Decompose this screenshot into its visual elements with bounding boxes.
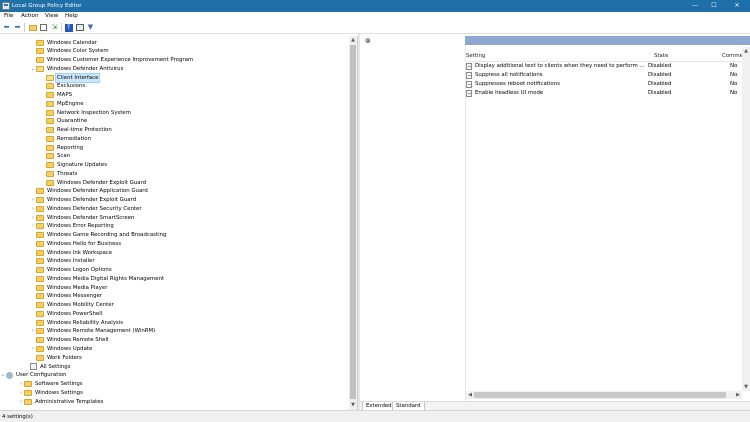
- tree-item[interactable]: Windows Color System: [30, 47, 110, 55]
- policy-view-icon: ⊚: [365, 37, 371, 45]
- tree-item[interactable]: Threats: [40, 170, 78, 178]
- show-hide-tree-icon[interactable]: [39, 23, 48, 32]
- help-icon[interactable]: ?: [64, 23, 73, 32]
- column-header-setting[interactable]: Setting: [466, 52, 485, 60]
- list-horizontal-scrollbar[interactable]: ◀ ▶: [466, 391, 742, 399]
- tree-item[interactable]: Windows Calendar: [30, 39, 98, 47]
- tree-item[interactable]: Real-time Protection: [40, 126, 113, 134]
- status-text: 4 setting(s): [2, 414, 33, 420]
- tree-item[interactable]: Windows Remote Shell: [30, 336, 109, 344]
- tree-item[interactable]: Windows Logon Options: [30, 266, 113, 274]
- column-header-state[interactable]: State: [654, 52, 668, 60]
- scroll-thumb[interactable]: [350, 45, 356, 399]
- menu-view[interactable]: View: [45, 13, 58, 20]
- tree-item[interactable]: Signature Updates: [40, 161, 108, 169]
- tree-item[interactable]: › Administrative Templates: [18, 398, 104, 406]
- table-row[interactable]: Enable headless UI mode Disabled No: [466, 89, 750, 98]
- scroll-up-arrow-icon[interactable]: ▲: [349, 36, 357, 44]
- export-list-icon[interactable]: ⇲: [50, 23, 59, 32]
- user-config-icon: [6, 371, 13, 379]
- menu-bar: File Action View Help: [0, 12, 750, 21]
- tree-item[interactable]: Quarantine: [40, 117, 88, 125]
- toolbar-separator: [61, 23, 62, 32]
- details-pane: ⊚ Setting State Comment Display addition…: [360, 36, 750, 410]
- menu-help[interactable]: Help: [65, 13, 78, 20]
- toolbar: ⬅ ➡ ⇲ ? ▼: [0, 21, 750, 34]
- minimize-button[interactable]: —: [687, 0, 703, 12]
- tree-item[interactable]: Windows Ink Workspace: [30, 249, 113, 257]
- scroll-up-arrow-icon[interactable]: ▲: [742, 47, 750, 55]
- tree-item[interactable]: Windows Installer: [30, 257, 96, 265]
- tree-item[interactable]: Work Folders: [30, 354, 83, 362]
- tree-item-selected[interactable]: Client Interface: [40, 72, 101, 83]
- table-row[interactable]: Suppress all notifications Disabled No: [466, 71, 750, 80]
- maximize-button[interactable]: ☐: [706, 0, 722, 12]
- settings-list-icon: [30, 363, 37, 370]
- tree-item[interactable]: MAPS: [40, 91, 73, 99]
- tree-item[interactable]: Windows Reliability Analysis: [30, 319, 124, 327]
- scroll-down-arrow-icon[interactable]: ▼: [349, 401, 357, 409]
- tree-item[interactable]: Windows Messenger: [30, 292, 103, 300]
- policy-setting-icon: [466, 90, 472, 97]
- tree-item[interactable]: › Windows Update: [30, 345, 93, 353]
- scroll-thumb[interactable]: [474, 392, 726, 398]
- view-tabs: Extended Standard: [360, 401, 750, 411]
- tree-item[interactable]: › Windows Settings: [18, 389, 84, 397]
- table-row[interactable]: Suppresses reboot notifications Disabled…: [466, 80, 750, 89]
- tree-item[interactable]: ⌄ Windows Defender Antivirus: [30, 65, 124, 73]
- table-row[interactable]: Display additional text to clients when …: [466, 62, 750, 71]
- details-header-band: [465, 36, 750, 45]
- menu-file[interactable]: File: [4, 13, 13, 20]
- tree-item[interactable]: › Windows Defender Exploit Guard: [30, 196, 137, 204]
- tree-item[interactable]: Windows PowerShell: [30, 310, 103, 318]
- tree-item[interactable]: Windows Media Digital Rights Management: [30, 275, 165, 283]
- tree-item[interactable]: Windows Defender Application Guard: [30, 187, 149, 195]
- tree-item-user-configuration[interactable]: ⌄ User Configuration: [0, 371, 68, 379]
- menu-action[interactable]: Action: [21, 13, 39, 20]
- tree-item[interactable]: Reporting: [40, 144, 84, 152]
- tree-item[interactable]: Network Inspection System: [40, 109, 132, 117]
- window-title: Local Group Policy Editor: [12, 3, 82, 9]
- scroll-right-arrow-icon[interactable]: ▶: [734, 391, 742, 399]
- tree-item[interactable]: › Windows Error Reporting: [30, 222, 115, 230]
- folder-up-icon[interactable]: [28, 23, 37, 32]
- properties-icon[interactable]: [75, 23, 84, 32]
- filter-icon[interactable]: ▼: [86, 23, 95, 32]
- scroll-left-arrow-icon[interactable]: ◀: [466, 391, 474, 399]
- tree-item[interactable]: Windows Customer Experience Improvement …: [30, 56, 194, 64]
- close-button[interactable]: ✕: [729, 0, 745, 12]
- title-bar: Local Group Policy Editor — ☐ ✕: [0, 0, 750, 12]
- tree-vertical-scrollbar[interactable]: ▲ ▼: [349, 36, 357, 410]
- tree-item[interactable]: › Windows Defender SmartScreen: [30, 214, 135, 222]
- scroll-down-arrow-icon[interactable]: ▼: [742, 383, 750, 391]
- tree-item[interactable]: Windows Mobility Center: [30, 301, 115, 309]
- tree-item-all-settings[interactable]: All Settings: [24, 363, 72, 371]
- policy-setting-icon: [466, 72, 472, 79]
- tree-item[interactable]: Remediation: [40, 135, 92, 143]
- toolbar-separator: [24, 23, 25, 32]
- policy-setting-icon: [466, 63, 472, 70]
- list-vertical-scrollbar[interactable]: ▲ ▼: [742, 47, 750, 391]
- details-header: ⊚: [360, 36, 750, 47]
- app-icon: [2, 2, 10, 10]
- status-bar: 4 setting(s): [0, 410, 750, 422]
- tree-item[interactable]: Exclusions: [40, 82, 86, 90]
- tree-item[interactable]: MpEngine: [40, 100, 85, 108]
- tree-pane[interactable]: Windows Calendar Windows Color System Wi…: [0, 36, 358, 410]
- extended-description-panel: [360, 47, 466, 402]
- tree-item[interactable]: Scan: [40, 152, 71, 160]
- tree-item[interactable]: › Windows Remote Management (WinRM): [30, 327, 156, 335]
- forward-arrow-icon[interactable]: ➡: [13, 23, 22, 32]
- tree-item[interactable]: Windows Hello for Business: [30, 240, 122, 248]
- tree-item[interactable]: Windows Game Recording and Broadcasting: [30, 231, 167, 239]
- tree-item[interactable]: Windows Media Player: [30, 284, 108, 292]
- tree-item[interactable]: Windows Defender Exploit Guard: [40, 179, 147, 187]
- tree-item[interactable]: › Windows Defender Security Center: [30, 205, 143, 213]
- policy-setting-icon: [466, 81, 472, 88]
- tree-item[interactable]: › Software Settings: [18, 380, 84, 388]
- back-arrow-icon[interactable]: ⬅: [2, 23, 11, 32]
- settings-list: Setting State Comment Display additional…: [466, 47, 750, 402]
